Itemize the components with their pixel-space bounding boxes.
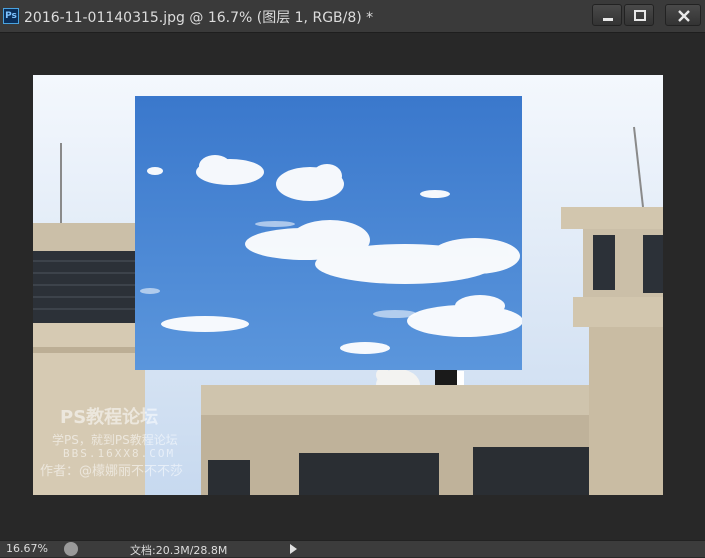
photoshop-document-window: Ps 2016-11-01140315.jpg @ 16.7% (图层 1, R… [0,0,705,557]
title-bar[interactable]: Ps 2016-11-01140315.jpg @ 16.7% (图层 1, R… [0,0,705,33]
document-title: 2016-11-01140315.jpg @ 16.7% (图层 1, RGB/… [24,10,374,26]
close-icon [678,10,690,22]
close-button[interactable] [665,4,701,26]
watermark-url: BBS.16XX8.COM [63,447,176,460]
sky-photo [135,96,522,370]
photoshop-app-icon: Ps [3,8,19,24]
maximize-button[interactable] [624,4,654,26]
zoom-level[interactable]: 16.67% [6,542,48,555]
status-bar: 16.67% 文档:20.3M/28.8M [0,540,705,557]
minimize-button[interactable] [592,4,622,26]
maximize-icon [634,10,646,21]
sky-layer[interactable] [135,96,522,370]
watermark-title: PS教程论坛 [60,407,159,428]
status-info-icon[interactable] [64,542,78,556]
watermark-author: 作者：@檬娜丽不不不莎 [40,464,184,479]
status-menu-arrow-icon[interactable] [286,542,300,556]
minimize-icon [603,18,613,21]
watermark-slogan: 学PS，就到PS教程论坛 [52,433,178,447]
